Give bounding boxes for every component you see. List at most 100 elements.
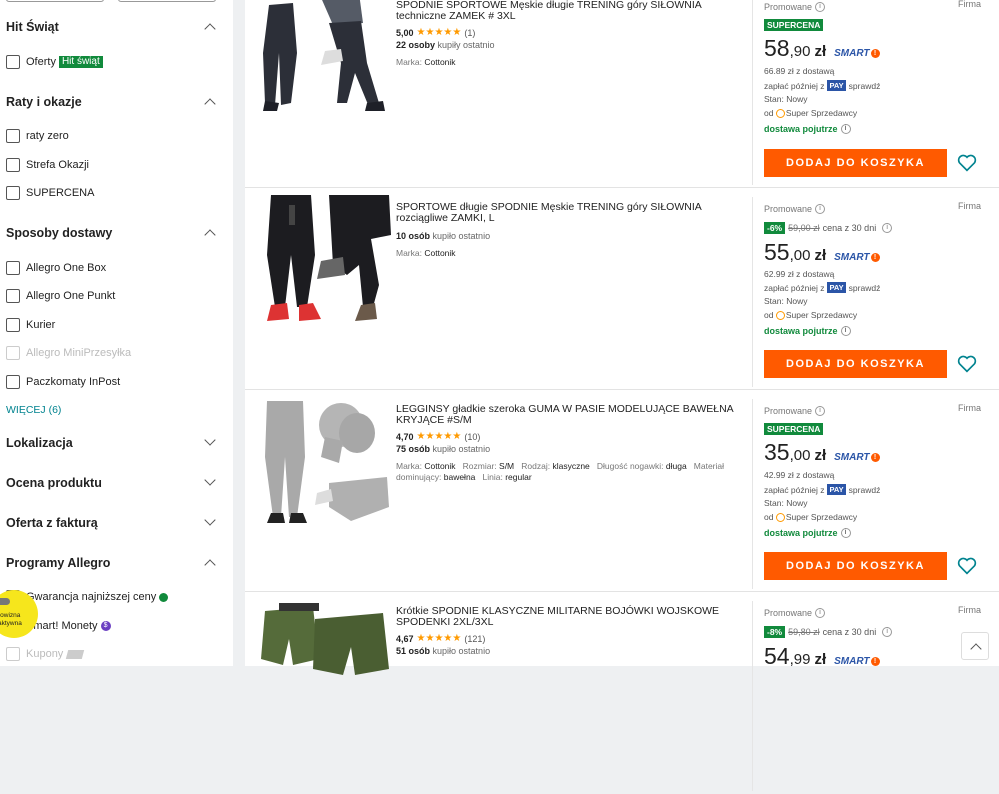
pay-later-text: zapłać później z: [764, 282, 825, 293]
info-icon[interactable]: i: [840, 528, 851, 538]
info-icon[interactable]: i: [882, 627, 893, 637]
info-icon[interactable]: i: [882, 223, 893, 233]
seller-prefix: od: [764, 512, 774, 522]
filter-title: Oferta z fakturą: [6, 516, 98, 530]
filter-section-faktura[interactable]: Oferta z fakturą: [6, 514, 216, 530]
checkbox[interactable]: [6, 289, 20, 303]
checkbox[interactable]: [6, 318, 20, 332]
product-attributes: Marka: Cottonik: [396, 57, 741, 68]
scroll-to-top-button[interactable]: [961, 632, 989, 660]
seller-prefix: od: [764, 310, 774, 320]
filter-option-raty-zero[interactable]: raty zero: [6, 128, 69, 144]
chevron-up-icon[interactable]: [204, 23, 216, 35]
super-seller-icon: [775, 108, 785, 118]
promo-text: Promowane: [764, 608, 813, 618]
product-title[interactable]: Krótkie SPODNIE KLASYCZNE MILITARNE BOJÓ…: [396, 606, 741, 628]
checkbox[interactable]: [6, 375, 20, 389]
checkbox[interactable]: [6, 55, 20, 69]
product-price: 55,00 zł SMART!: [764, 239, 880, 266]
review-count[interactable]: (1): [464, 28, 475, 38]
filter-section-programy[interactable]: Programy Allegro: [6, 556, 216, 571]
heart-icon[interactable]: [957, 355, 977, 373]
filter-section-hit-swiat[interactable]: Hit Świąt: [6, 20, 216, 35]
smart-badge: SMART!: [834, 452, 880, 463]
add-to-cart-button[interactable]: DODAJ DO KOSZYKA: [764, 350, 947, 378]
info-icon[interactable]: i: [815, 406, 826, 416]
promoted-label: Promowane i: [764, 2, 826, 12]
info-icon[interactable]: i: [840, 124, 851, 134]
product-title[interactable]: LEGGINSY gładkie szeroka GUMA W PASIE MO…: [396, 404, 741, 426]
chevron-up-icon[interactable]: [204, 98, 216, 110]
bought-count: 22 osoby: [396, 40, 436, 50]
checkbox[interactable]: [6, 158, 20, 172]
filter-option-one-punkt[interactable]: Allegro One Punkt: [6, 288, 115, 304]
option-label: Gwarancja najniższej ceny: [26, 591, 157, 603]
filter-section-ocena[interactable]: Ocena produktu: [6, 474, 216, 490]
price-decimal: ,99: [789, 651, 811, 668]
chevron-up-icon[interactable]: [204, 229, 216, 241]
product-image[interactable]: [259, 599, 391, 727]
seller-type: Firma: [958, 201, 981, 211]
promo-text: Promowane: [764, 2, 813, 12]
check-link[interactable]: sprawdź: [849, 283, 881, 293]
stars-icon: ★★★★★: [416, 633, 462, 644]
chevron-down-icon[interactable]: [204, 434, 216, 446]
option-label: Strefa Okazji: [26, 159, 89, 171]
filter-option-one-box[interactable]: Allegro One Box: [6, 260, 106, 276]
filter-option-paczkomaty[interactable]: Paczkomaty InPost: [6, 374, 120, 390]
checkbox[interactable]: [6, 129, 20, 143]
attr-value: długa: [665, 461, 687, 471]
filter-section-raty[interactable]: Raty i okazje: [6, 95, 216, 110]
checkbox[interactable]: [6, 261, 20, 275]
filters-sidebar: Hit Świąt Oferty Hit świąt Raty i okazje …: [0, 0, 233, 666]
filter-option-kupony: Kupony: [6, 646, 85, 662]
review-count[interactable]: (121): [464, 634, 485, 644]
chevron-down-icon[interactable]: [204, 474, 216, 486]
filter-section-dostawa[interactable]: Sposoby dostawy: [6, 226, 216, 241]
pay-logo: PAY: [827, 484, 846, 495]
filter-option-supercena[interactable]: SUPERCENA: [6, 185, 94, 201]
product-image[interactable]: [259, 0, 391, 121]
pay-later-line: zapłać później z PAY sprawdź: [764, 282, 880, 293]
heart-icon[interactable]: [957, 557, 977, 575]
option-label: Allegro One Box: [26, 262, 107, 274]
coin-icon: $: [100, 621, 111, 631]
verified-icon: [159, 592, 169, 602]
seller-name: Super Sprzedawcy: [785, 310, 858, 320]
heart-icon[interactable]: [957, 154, 977, 172]
promoted-label: Promowane i: [764, 406, 826, 416]
review-count[interactable]: (10): [464, 432, 480, 442]
filter-option-strefa-okazji[interactable]: Strefa Okazji: [6, 157, 89, 173]
pay-logo: PAY: [827, 282, 846, 293]
info-icon[interactable]: i: [840, 326, 851, 336]
filter-option-kurier[interactable]: Kurier: [6, 317, 55, 333]
super-seller-icon: [775, 512, 785, 522]
price-with-delivery: 66.89 zł z dostawą: [764, 66, 835, 76]
check-link[interactable]: sprawdź: [849, 81, 881, 91]
filter-title: Sposoby dostawy: [6, 226, 113, 240]
attr-value: Cottonik: [424, 248, 456, 258]
info-icon[interactable]: i: [815, 204, 826, 214]
info-icon[interactable]: i: [815, 2, 826, 12]
check-link[interactable]: sprawdź: [849, 485, 881, 495]
chevron-up-icon[interactable]: [204, 559, 216, 571]
option-label: Allegro MiniPrzesyłka: [26, 347, 132, 359]
product-title[interactable]: SPODNIE SPORTOWE Męskie długie TRENING g…: [396, 0, 741, 22]
filter-section-lokalizacja[interactable]: Lokalizacja: [6, 434, 216, 450]
product-image[interactable]: [259, 397, 391, 525]
checkbox[interactable]: [6, 186, 20, 200]
chevron-down-icon[interactable]: [204, 514, 216, 526]
info-icon[interactable]: i: [815, 608, 826, 618]
promo-text: Promowane: [764, 406, 813, 416]
filter-option-oferty[interactable]: Oferty Hit świąt: [6, 54, 103, 70]
price-range-inputs[interactable]: [6, 0, 226, 2]
product-attributes: Marka: Cottonik Rozmiar: S/M Rodzaj: kla…: [396, 461, 741, 483]
stars-icon: ★★★★★: [416, 27, 462, 38]
add-to-cart-button[interactable]: DODAJ DO KOSZYKA: [764, 552, 947, 580]
currency: zł: [814, 247, 827, 264]
product-title[interactable]: SPORTOWE długie SPODNIE Męskie TRENING g…: [396, 202, 741, 224]
divider: [752, 399, 753, 589]
product-image[interactable]: [259, 195, 391, 323]
add-to-cart-button[interactable]: DODAJ DO KOSZYKA: [764, 149, 947, 177]
show-more-link[interactable]: WIĘCEJ (6): [6, 404, 61, 416]
